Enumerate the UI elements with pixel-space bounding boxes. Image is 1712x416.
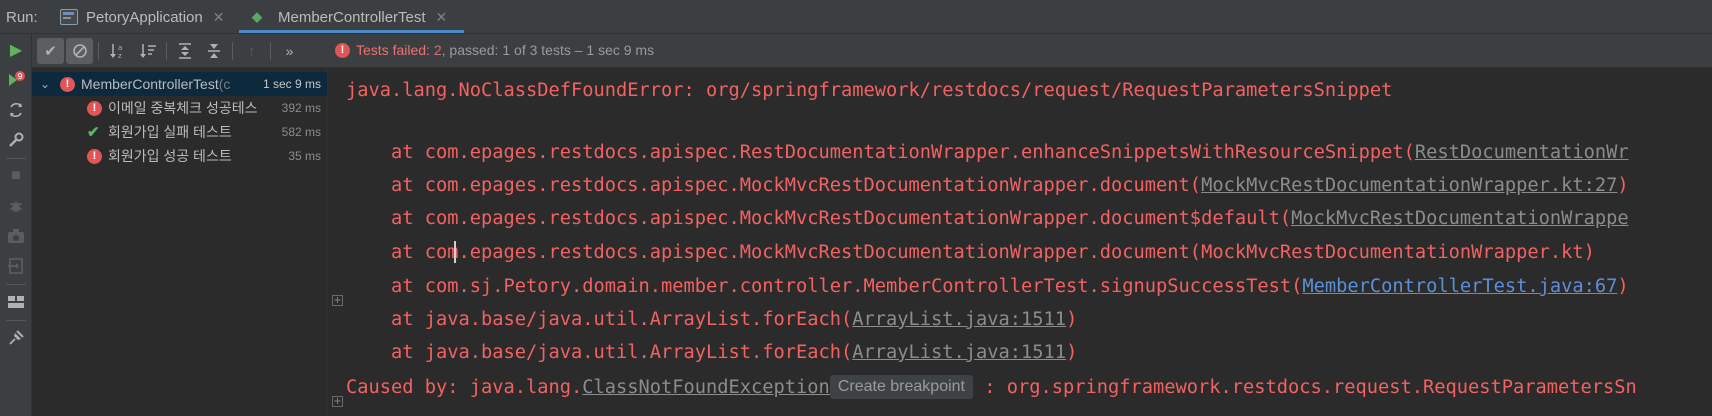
- close-icon[interactable]: ✕: [213, 9, 225, 26]
- layout-icon[interactable]: [6, 292, 26, 312]
- expand-fold-icon[interactable]: +: [332, 396, 343, 407]
- collapse-all-icon[interactable]: [200, 38, 227, 64]
- source-link[interactable]: RestDocumentationWr: [1415, 142, 1629, 163]
- debug-icon[interactable]: [6, 196, 26, 216]
- error-icon: !: [335, 42, 350, 58]
- test-runner-toolbar: ✔ az ↑ » ! Tests failed: 2, passed: 1 of…: [32, 34, 1712, 68]
- tree-root-member-controller-test[interactable]: ⌄ ! MemberControllerTest (c 1 sec 9 ms: [32, 72, 327, 96]
- create-breakpoint-button[interactable]: Create breakpoint: [829, 375, 973, 399]
- failed-icon: !: [87, 148, 102, 164]
- source-link[interactable]: MockMvcRestDocumentationWrapper.kt:27: [1201, 175, 1617, 196]
- text-cursor: [454, 241, 456, 263]
- camera-icon[interactable]: [6, 226, 26, 246]
- stack-trace-line: at com.epages.restdocs.apispec.MockMvcRe…: [346, 242, 1595, 263]
- tree-item-label: 이메일 중복체크 성공테스: [108, 100, 258, 116]
- divider: [6, 158, 26, 159]
- caused-by-line: Caused by: java.lang.ClassNotFoundExcept…: [346, 375, 1637, 399]
- close-icon[interactable]: ✕: [436, 9, 448, 26]
- status-tail: of 3 tests – 1 sec 9 ms: [514, 42, 655, 58]
- tree-item-time: 35 ms: [288, 149, 321, 163]
- chevron-down-icon[interactable]: ⌄: [40, 77, 54, 91]
- run-tab-bar: Run: PetoryApplication ✕ ◆ MemberControl…: [0, 0, 1712, 34]
- rerun-failed-tests-icon[interactable]: 9: [6, 70, 26, 90]
- stack-trace-line: at com.epages.restdocs.apispec.MockMvcRe…: [346, 175, 1629, 196]
- tree-item-label: 회원가입 실패 테스트: [108, 124, 232, 140]
- stop-icon[interactable]: ■: [6, 166, 26, 186]
- wrench-icon[interactable]: [6, 130, 26, 150]
- exception-class-link[interactable]: ClassNotFoundException: [582, 377, 830, 398]
- stack-trace-line: at java.base/java.util.ArrayList.forEach…: [346, 342, 1078, 363]
- test-results-tree: ⌄ ! MemberControllerTest (c 1 sec 9 ms !…: [32, 68, 327, 416]
- source-link[interactable]: MemberControllerTest.java:67: [1302, 276, 1617, 297]
- toggle-auto-test-icon[interactable]: [6, 100, 26, 120]
- divider: [6, 284, 26, 285]
- stack-trace-line: at com.epages.restdocs.apispec.RestDocum…: [346, 142, 1629, 163]
- tree-item-signup-success[interactable]: ! 회원가입 성공 테스트 35 ms: [32, 144, 327, 168]
- divider: [270, 42, 271, 60]
- tab-label: PetoryApplication: [86, 8, 203, 26]
- expand-all-icon[interactable]: [171, 38, 198, 64]
- test-status-summary: ! Tests failed: 2, passed: 1 of 3 tests …: [335, 42, 654, 58]
- pin-icon[interactable]: [6, 328, 26, 348]
- show-passed-icon[interactable]: ✔: [37, 38, 64, 64]
- tab-label: MemberControllerTest: [278, 8, 426, 26]
- error-message-line: java.lang.NoClassDefFoundError: org/spri…: [346, 80, 1393, 101]
- active-tab-indicator: [239, 30, 464, 33]
- stack-trace-line: at com.epages.restdocs.apispec.MockMvcRe…: [346, 208, 1629, 229]
- stack-trace-line: at com.sj.Petory.domain.member.controlle…: [346, 276, 1629, 297]
- passed-icon: ✔: [87, 124, 100, 141]
- source-link[interactable]: ArrayList.java:1511: [852, 309, 1066, 330]
- run-label: Run:: [6, 9, 38, 26]
- run-side-toolbar: ▶ 9 ■: [0, 34, 32, 416]
- divider: [6, 320, 26, 321]
- svg-text:a: a: [118, 44, 122, 52]
- sort-by-duration-icon[interactable]: [134, 38, 161, 64]
- tree-item-email-duplicate-success[interactable]: ! 이메일 중복체크 성공테스 392 ms: [32, 96, 327, 120]
- previous-failed-test-icon[interactable]: ↑: [238, 38, 265, 64]
- tree-item-signup-fail[interactable]: ✔ 회원가입 실패 테스트 582 ms: [32, 120, 327, 144]
- source-link[interactable]: ArrayList.java:1511: [852, 342, 1066, 363]
- tree-item-suffix: (c: [218, 76, 231, 92]
- failed-icon: !: [87, 100, 102, 116]
- failed-label: Tests failed:: [356, 42, 430, 58]
- show-ignored-icon[interactable]: [66, 38, 93, 64]
- exit-icon[interactable]: [6, 256, 26, 276]
- console-output[interactable]: java.lang.NoClassDefFoundError: org/spri…: [328, 68, 1712, 416]
- more-actions-icon[interactable]: »: [276, 38, 303, 64]
- failed-icon: !: [60, 76, 75, 92]
- tab-petory-application[interactable]: PetoryApplication ✕: [60, 0, 224, 34]
- tree-item-label: 회원가입 성공 테스트: [108, 148, 232, 164]
- passed-count: 1: [502, 42, 511, 58]
- svg-text:z: z: [118, 52, 122, 60]
- source-link[interactable]: MockMvcRestDocumentationWrappe: [1291, 208, 1629, 229]
- divider: [98, 42, 99, 60]
- tree-item-time: 392 ms: [281, 101, 321, 115]
- passed-label: , passed:: [441, 42, 499, 58]
- tab-member-controller-test[interactable]: ◆ MemberControllerTest ✕: [252, 0, 447, 34]
- tree-item-label: MemberControllerTest: [81, 76, 219, 92]
- tree-item-time: 582 ms: [281, 125, 321, 139]
- expand-fold-icon[interactable]: +: [332, 295, 343, 306]
- divider: [166, 42, 167, 60]
- svg-text:9: 9: [17, 72, 22, 81]
- sort-alphabetically-icon[interactable]: az: [104, 38, 131, 64]
- tree-item-time: 1 sec 9 ms: [262, 77, 321, 91]
- test-class-icon: ◆: [252, 9, 262, 24]
- stack-trace-line: at java.base/java.util.ArrayList.forEach…: [346, 309, 1078, 330]
- divider: [232, 42, 233, 60]
- failed-count: 2: [433, 42, 442, 58]
- application-icon: [60, 9, 78, 25]
- rerun-icon[interactable]: ▶: [6, 40, 26, 60]
